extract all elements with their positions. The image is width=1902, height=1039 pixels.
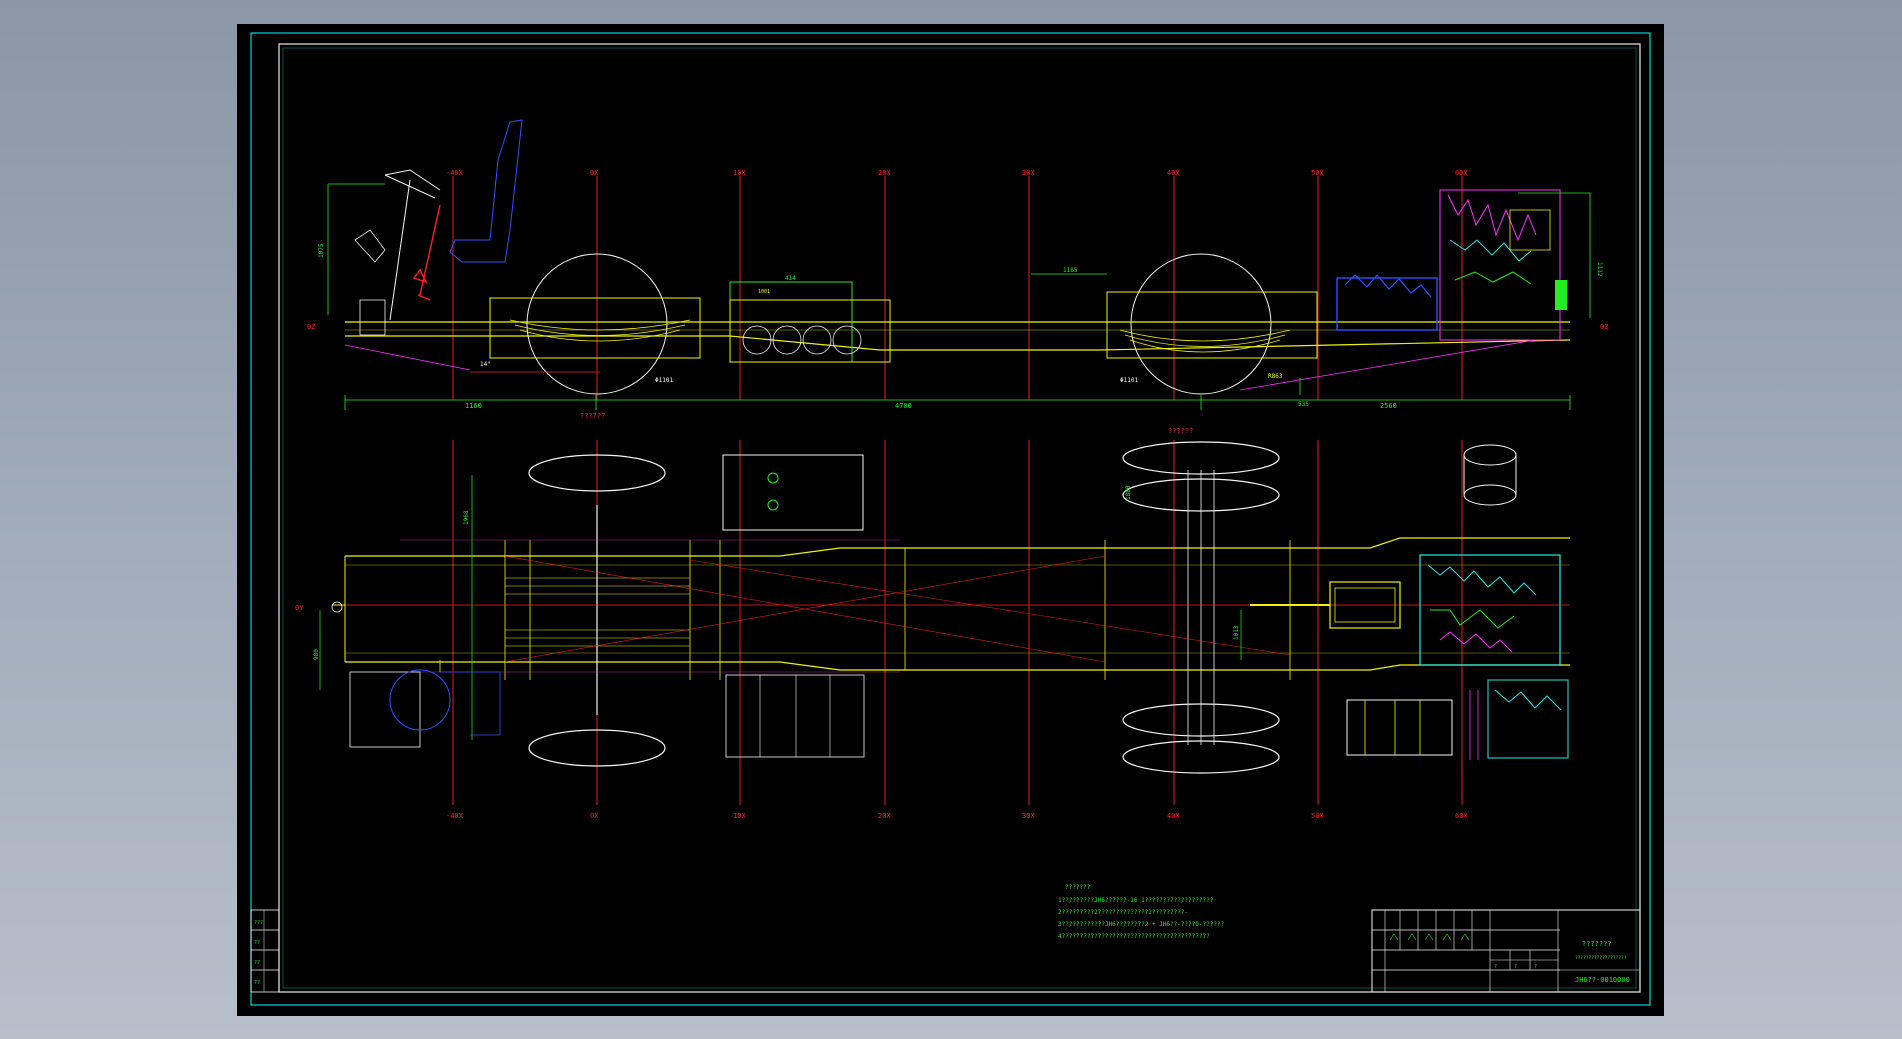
notes-heading: ??????? (1065, 884, 1091, 891)
weight-label: ? (1494, 964, 1497, 970)
dim-overall: ?????? (580, 412, 605, 420)
station-label-top: 50X (1311, 169, 1324, 177)
station-label-top: 20X (878, 169, 891, 177)
note-line-1: 1?????????JH6??????-16 1????????????????… (1058, 897, 1214, 904)
dim-offset: 1185 (1063, 267, 1078, 274)
station-label-bottom: 20X (878, 812, 891, 820)
note-line-2: 2?????????2??????????????2?????????- (1058, 909, 1188, 916)
dim-track: 980 (313, 649, 320, 660)
dim-tire-rear: Φ1101 (1120, 377, 1138, 384)
rev-label-2: ?? (254, 940, 260, 946)
station-label-bottom: 40X (1167, 812, 1180, 820)
station-label-bottom: 60X (1455, 812, 1468, 820)
station-label-top: 0X (590, 169, 599, 177)
left-datum-side: 0Z (307, 323, 315, 331)
sheet-label: ? (1534, 964, 1537, 970)
dim-seat-height: 1075 (318, 243, 325, 258)
station-label-bottom: -40X (446, 812, 464, 820)
station-label-top: 40X (1167, 169, 1180, 177)
note-line-3: 3????????????JH6????????2 + JH6??-????0-… (1058, 921, 1225, 928)
drawing-number: JH6??-0010000 (1575, 976, 1630, 984)
dim-engine-height: 1112 (1596, 262, 1603, 277)
cad-drawing-viewport[interactable]: 1160 4700 2560 535 ?????? 1185 414 1001 … (0, 0, 1902, 1039)
station-label-top: 10X (733, 169, 746, 177)
dim-front-track: 1968 (463, 510, 470, 525)
project-title: ??????? (1582, 940, 1612, 948)
station-label-bottom: 50X (1311, 812, 1324, 820)
dim-tire-front: Φ1101 (655, 377, 673, 384)
rev-label-4: ?? (254, 980, 260, 986)
dim-width: 1013 (1233, 625, 1240, 640)
station-label-top: 60X (1455, 169, 1468, 177)
plan-center-label: ?????? (1168, 427, 1193, 435)
dim-rear: 2560 (1380, 402, 1397, 410)
right-datum-side: 0Z (1600, 323, 1608, 331)
dim-wheelbase: 4700 (895, 402, 912, 410)
station-label-top: -40X (446, 169, 464, 177)
rev-label-3: ?? (254, 960, 260, 966)
dim-radius: R863 (1268, 373, 1283, 380)
scale-label: ? (1514, 964, 1517, 970)
dim-small: 535 (1298, 401, 1309, 408)
station-label-bottom: 0X (590, 812, 599, 820)
dim-tank-inner: 1001 (758, 289, 770, 295)
dim-rear-track: 1800 (1125, 485, 1132, 500)
dim-front: 1160 (465, 402, 482, 410)
note-line-4: 4???????????????????????????????????????… (1058, 933, 1210, 940)
station-label-top: 30X (1022, 169, 1035, 177)
drawing-subtitle: ??????????????????? (1575, 955, 1627, 961)
rev-label-1: ??? (254, 920, 263, 926)
dim-angle: 14° (480, 361, 491, 368)
station-label-bottom: 30X (1022, 812, 1035, 820)
dim-tank: 414 (785, 275, 796, 282)
cad-drawing: 1160 4700 2560 535 ?????? 1185 414 1001 … (237, 24, 1664, 1016)
station-label-bottom: 10X (733, 812, 746, 820)
left-datum-plan: 0Y (295, 604, 304, 612)
